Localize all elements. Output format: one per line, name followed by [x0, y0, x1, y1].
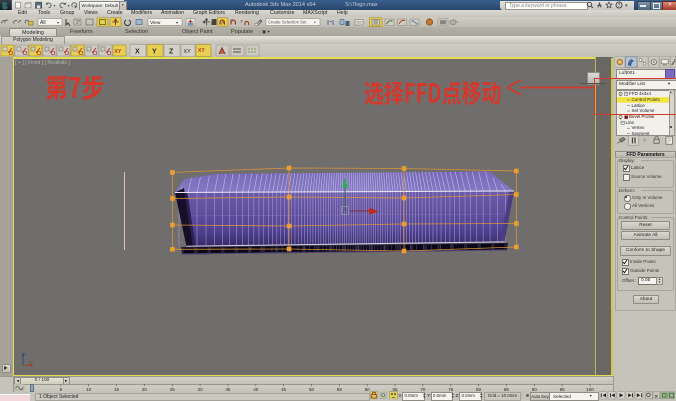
svg-text:Z: Z — [169, 49, 174, 56]
svg-text:Create Selection Set: Create Selection Set — [268, 20, 307, 25]
svg-text:XY: XY — [115, 49, 122, 55]
svg-text:▾: ▾ — [625, 3, 628, 9]
svg-text:XY: XY — [198, 48, 205, 54]
svg-text:▾: ▾ — [176, 20, 178, 25]
svg-text:?: ? — [618, 3, 621, 9]
svg-text:XY: XY — [184, 49, 192, 55]
svg-text:▾: ▾ — [68, 3, 70, 8]
svg-text:▾: ▾ — [57, 20, 59, 25]
svg-text:▾: ▾ — [314, 21, 316, 25]
svg-text:▾: ▾ — [54, 3, 56, 8]
svg-text:View: View — [150, 20, 161, 26]
svg-text:F: F — [241, 19, 244, 24]
svg-text:z: z — [25, 352, 27, 356]
svg-text:x: x — [29, 360, 31, 364]
svg-text:X: X — [135, 49, 140, 56]
svg-text:%: % — [230, 19, 233, 23]
svg-text:All: All — [40, 20, 46, 26]
svg-text:Y: Y — [152, 49, 157, 56]
